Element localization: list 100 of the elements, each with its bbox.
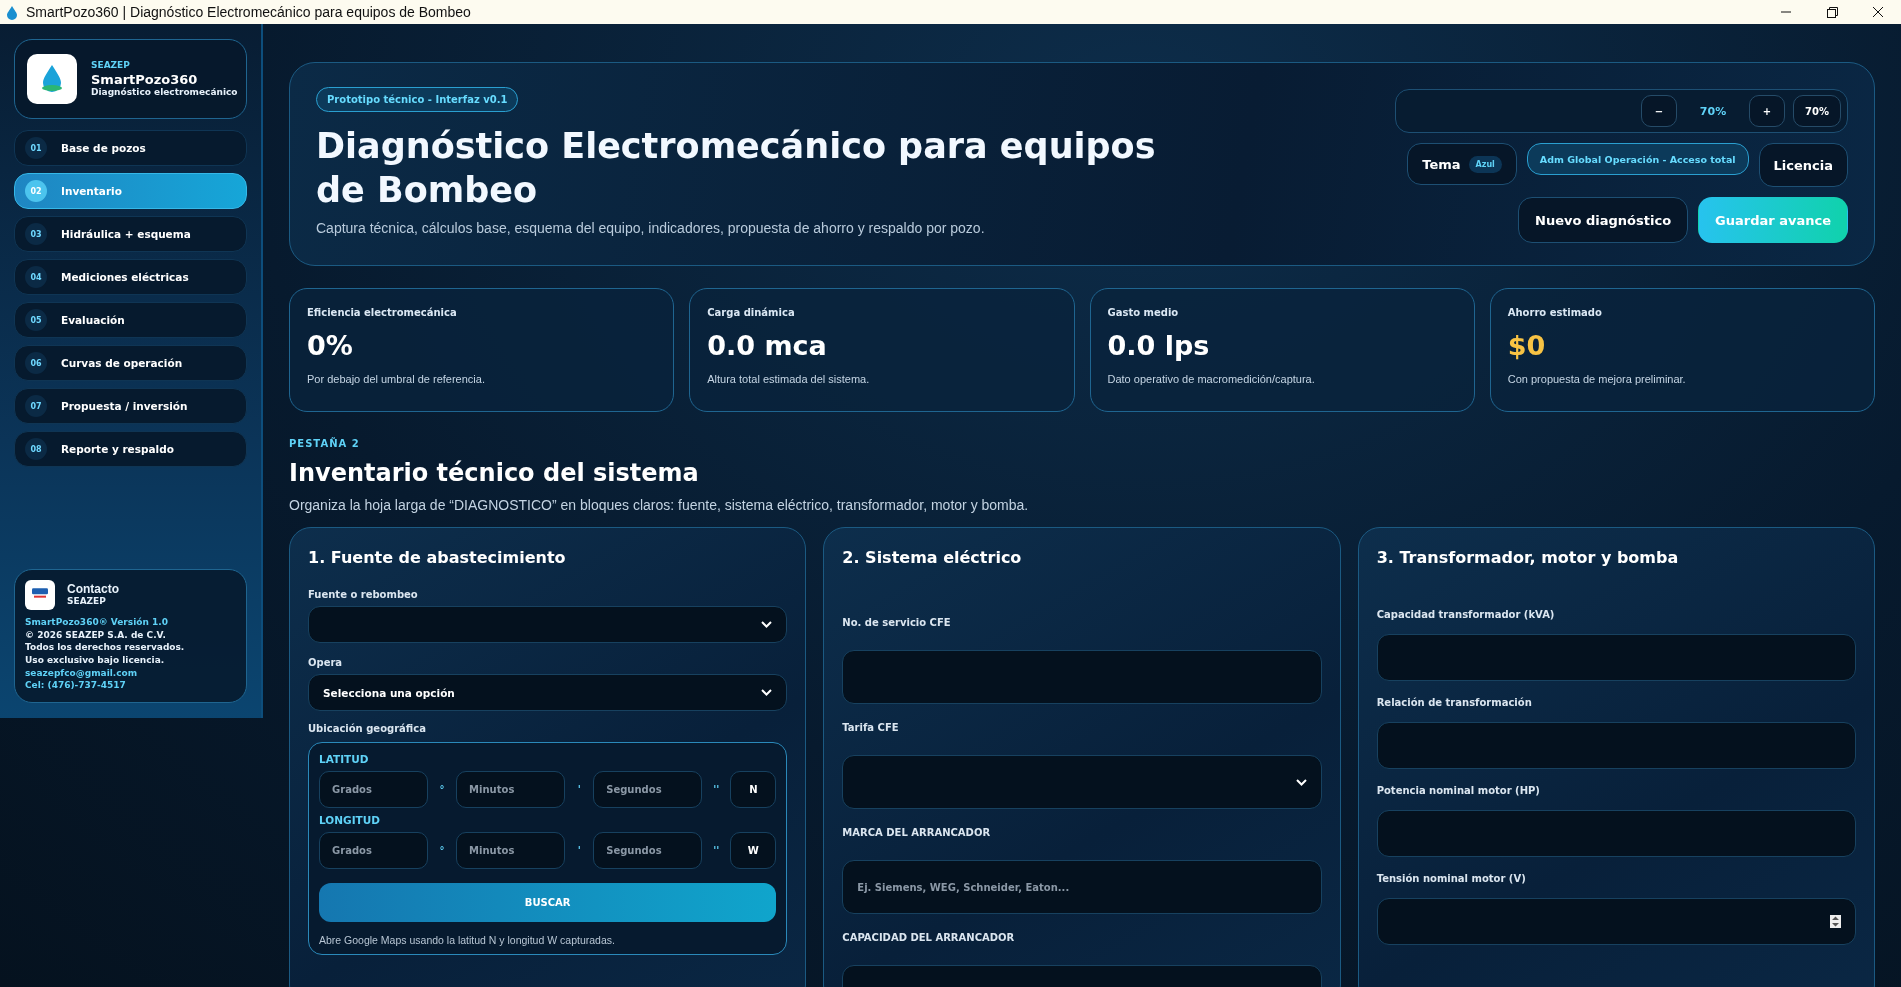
- select-field[interactable]: [842, 755, 1322, 809]
- stat-value: 0%: [307, 330, 354, 361]
- email-link[interactable]: seazepfco@gmail.com: [25, 667, 236, 680]
- field-label: Ubicación geográfica: [308, 723, 427, 734]
- company-name: SEAZEP: [91, 59, 131, 72]
- input-field[interactable]: Segundos: [593, 771, 703, 808]
- panel-title: 2. Sistema eléctrico: [842, 548, 1023, 567]
- stat-note: Altura total estimada del sistema.: [707, 373, 871, 385]
- version-text: SmartPozo360® Versión 1.0: [25, 616, 169, 629]
- field-label: Opera: [308, 657, 344, 668]
- step-number: 02: [25, 180, 47, 202]
- nav-label: Evaluación: [61, 314, 125, 326]
- field-label: CAPACIDAD DEL ARRANCADOR: [842, 932, 1016, 943]
- nav-item[interactable]: 08 Reporte y respaldo: [14, 431, 247, 467]
- placeholder: Grados: [332, 845, 372, 856]
- nav-label: Curvas de operación: [61, 357, 183, 369]
- stat-label: Ahorro estimado: [1507, 307, 1603, 318]
- input-field[interactable]: [1376, 634, 1856, 681]
- nav-item[interactable]: 03 Hidráulica + esquema: [14, 216, 247, 252]
- field-label: MARCA DEL ARRANCADOR: [842, 827, 992, 838]
- nav-label: Inventario: [61, 185, 122, 197]
- close-icon: [1873, 7, 1883, 17]
- app-icon: [6, 4, 18, 20]
- phone-text: Cel: (476)-737-4517: [25, 680, 127, 692]
- role-badge: Adm Global Operación - Acceso total: [1526, 143, 1749, 175]
- nav-label: Hidráulica + esquema: [61, 228, 191, 240]
- field-label: Capacidad transformador (kVA): [1376, 609, 1556, 620]
- stat-value: 0.0 mca: [707, 330, 828, 361]
- chevron-down-icon: [761, 689, 773, 696]
- field-label: No. de servicio CFE: [842, 617, 952, 628]
- nav-label: Base de pozos: [61, 142, 146, 154]
- stat-note: Dato operativo de macromedición/captura.: [1107, 373, 1316, 385]
- nav-label: Mediciones eléctricas: [61, 271, 189, 283]
- app-tagline: Diagnóstico electromecánico: [91, 86, 238, 99]
- select-field[interactable]: Selecciona una opción: [308, 674, 788, 711]
- theme-button[interactable]: Tema Azul: [1407, 143, 1517, 185]
- input-field[interactable]: Segundos: [593, 832, 703, 869]
- field-label: Relación de transformación: [1376, 697, 1533, 708]
- field-label: Potencia nominal motor (HP): [1376, 785, 1541, 796]
- stat-label: Gasto medio: [1107, 307, 1180, 318]
- stat-value: $0: [1507, 330, 1547, 361]
- step-number: 05: [25, 309, 47, 331]
- input-field[interactable]: Minutos: [456, 771, 566, 808]
- zoom-out-button[interactable]: −: [1641, 95, 1677, 127]
- step-number: 07: [25, 395, 47, 417]
- zoom-in-button[interactable]: +: [1749, 95, 1785, 127]
- unit-symbol: °: [438, 784, 446, 795]
- nav-item[interactable]: 01 Base de pozos: [14, 130, 247, 166]
- section-eyebrow: PESTAÑA 2: [289, 438, 361, 449]
- placeholder: Segundos: [606, 845, 662, 856]
- hemisphere-field[interactable]: N: [730, 771, 777, 808]
- input-field[interactable]: Grados: [319, 771, 429, 808]
- input-field[interactable]: [842, 650, 1322, 704]
- input-field[interactable]: Ej. Siemens, WEG, Schneider, Eaton...: [842, 860, 1322, 914]
- drop-logo: [39, 64, 65, 94]
- nav-item[interactable]: 04 Mediciones eléctricas: [14, 259, 247, 295]
- stat-value: 0.0 lps: [1107, 330, 1211, 361]
- legal-text: © 2026 SEAZEP S.A. de C.V.: [25, 629, 167, 642]
- chevron-down-icon: [1295, 778, 1307, 786]
- step-number: 06: [25, 352, 47, 374]
- field-label: Tensión nominal motor (V): [1376, 873, 1527, 884]
- zoom-value: 70%: [1698, 104, 1728, 118]
- placeholder: Segundos: [606, 784, 662, 795]
- step-number: 04: [25, 266, 47, 288]
- placeholder: Ej. Siemens, WEG, Schneider, Eaton...: [857, 881, 1070, 893]
- zoom-reset-button[interactable]: 70%: [1793, 95, 1841, 127]
- company-name: SEAZEP: [67, 596, 107, 608]
- page-title: Diagnóstico Electromecánico para equipos de Bombeo: [316, 125, 1157, 212]
- coordinate-label: LONGITUD: [319, 814, 381, 826]
- search-button[interactable]: BUSCAR: [319, 883, 777, 922]
- select-field[interactable]: [308, 606, 788, 643]
- restore-icon: [1826, 6, 1838, 18]
- hemisphere-field[interactable]: W: [730, 832, 777, 869]
- nav-item[interactable]: 02 Inventario: [14, 173, 247, 209]
- input-field[interactable]: [1376, 722, 1856, 769]
- nav-item[interactable]: 06 Curvas de operación: [14, 345, 247, 381]
- nav-item[interactable]: 05 Evaluación: [14, 302, 247, 338]
- section-title: Inventario técnico del sistema: [289, 459, 700, 487]
- section-description: Organiza la hoja larga de “DIAGNOSTICO” en bloques claros: fuente, sistema eléctrico, transformador, motor y bomba.: [289, 497, 1030, 513]
- new-button[interactable]: Nuevo diagnóstico: [1518, 197, 1689, 243]
- app-name: SmartPozo360: [91, 71, 199, 87]
- help-text: Abre Google Maps usando la latitud N y longitud W capturadas.: [319, 934, 616, 946]
- page-subtitle: Captura técnica, cálculos base, esquema del equipo, indicadores, propuesta de ahorro y respaldo por pozo.: [316, 220, 985, 236]
- license-button[interactable]: Licencia: [1758, 143, 1848, 187]
- legal-text: Uso exclusivo bajo licencia.: [25, 654, 166, 667]
- placeholder: Minutos: [469, 845, 515, 856]
- input-field[interactable]: Grados: [319, 832, 429, 869]
- chevron-down-icon: [761, 621, 773, 628]
- stat-note: Con propuesta de mejora preliminar.: [1507, 373, 1687, 385]
- spinner-icon: [1830, 915, 1841, 928]
- placeholder: Minutos: [469, 784, 515, 795]
- input-field[interactable]: [1376, 810, 1856, 857]
- window-title: SmartPozo360 | Diagnóstico Electromecánico para equipos de Bombeo: [26, 4, 471, 20]
- input-field[interactable]: Minutos: [456, 832, 566, 869]
- legal-text: Todos los derechos reservados.: [25, 642, 186, 654]
- stat-label: Carga dinámica: [707, 307, 796, 318]
- panel-title: 3. Transformador, motor y bomba: [1376, 548, 1680, 567]
- input-field[interactable]: [1376, 898, 1856, 945]
- nav-item[interactable]: 07 Propuesta / inversión: [14, 388, 247, 424]
- unit-symbol: '': [712, 845, 721, 856]
